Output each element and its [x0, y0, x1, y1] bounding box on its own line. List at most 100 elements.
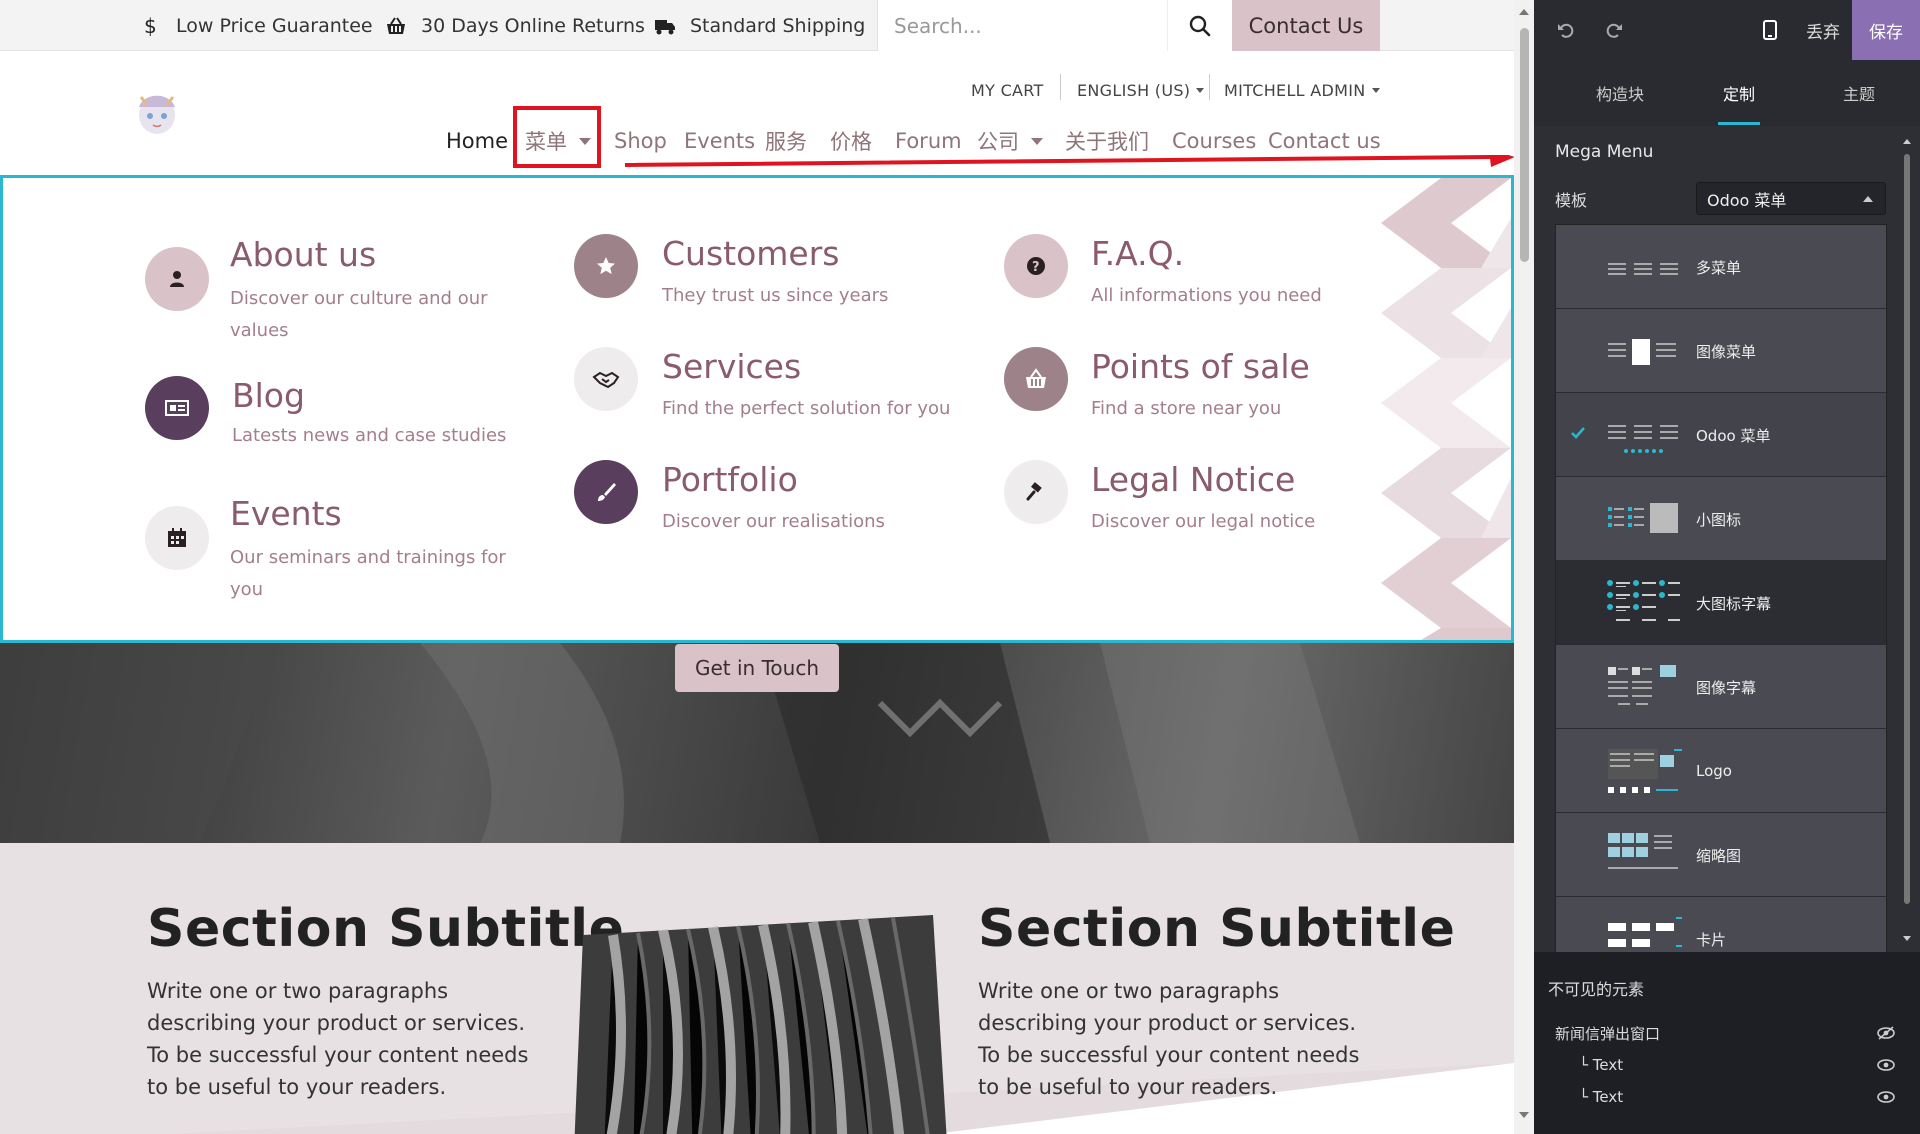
- question-icon: ?: [1004, 234, 1068, 298]
- gavel-icon: [1004, 460, 1068, 524]
- tab-theme[interactable]: 主题: [1809, 60, 1909, 126]
- search-button[interactable]: [1167, 0, 1232, 51]
- check-icon: [1571, 427, 1585, 439]
- template-label: 模板: [1555, 191, 1588, 210]
- odoo-menu-thumbnail: [1608, 425, 1678, 453]
- option-image-subtitles[interactable]: 图像字幕: [1556, 645, 1886, 729]
- option-multi-menus[interactable]: 多菜单: [1556, 225, 1886, 309]
- scroll-up-icon[interactable]: [1514, 2, 1534, 22]
- svg-text:$: $: [144, 15, 157, 37]
- website-scrollbar[interactable]: [1514, 0, 1534, 1134]
- mega-item-customers[interactable]: Customers They trust us since years: [574, 234, 974, 344]
- undo-icon: [1558, 23, 1574, 38]
- search-icon: [1189, 15, 1211, 36]
- panel-tabs: 构造块 定制 主题: [1534, 60, 1920, 126]
- customize-panel: Mega Menu 模板 Odoo 菜单 多菜单 图像菜单 Odoo 菜单 小图…: [1534, 126, 1920, 952]
- scroll-down-icon[interactable]: [1902, 934, 1912, 944]
- option-image-menu[interactable]: 图像菜单: [1556, 309, 1886, 393]
- image-subtitles-thumbnail: [1608, 665, 1676, 705]
- get-in-touch-button[interactable]: Get in Touch: [675, 644, 839, 692]
- scrollbar-thumb[interactable]: [1520, 28, 1529, 262]
- user-menu[interactable]: MITCHELL ADMIN: [1224, 75, 1380, 105]
- my-cart-link[interactable]: MY CART: [971, 75, 1044, 105]
- search-input[interactable]: Search...: [877, 0, 1167, 51]
- scroll-up-icon[interactable]: [1902, 136, 1912, 146]
- invisible-item-text[interactable]: └ Text: [1555, 1050, 1895, 1080]
- nav-shop[interactable]: Shop: [614, 124, 667, 158]
- arrow-annotation: [625, 155, 1514, 167]
- big-icons-subtitles-thumbnail: [1607, 580, 1680, 621]
- panel-scrollbar-thumb[interactable]: [1904, 154, 1910, 904]
- contact-us-button[interactable]: Contact Us: [1232, 0, 1380, 51]
- section-title: Mega Menu: [1555, 142, 1654, 162]
- scroll-down-icon[interactable]: [1514, 1105, 1534, 1125]
- image-menu-thumbnail: [1608, 339, 1676, 365]
- nav-company-dropdown[interactable]: 公司: [977, 124, 1043, 158]
- logo-thumbnail: [1608, 749, 1682, 793]
- tab-customize[interactable]: 定制: [1689, 60, 1789, 126]
- paintbrush-icon: [574, 460, 638, 524]
- option-logo[interactable]: Logo: [1556, 729, 1886, 813]
- multi-menus-thumbnail: [1608, 263, 1678, 275]
- mega-item-points-of-sale[interactable]: Points of sale Find a store near you: [1004, 347, 1404, 457]
- thumbnails-thumbnail: [1608, 833, 1678, 869]
- language-selector[interactable]: ENGLISH (US): [1077, 75, 1205, 105]
- mega-item-about-us[interactable]: About us Discover our culture and our va…: [145, 235, 545, 357]
- redo-button[interactable]: [1594, 0, 1634, 60]
- cards-thumbnail: [1608, 917, 1682, 947]
- topbar: $ Low Price Guarantee 30 Days Online Ret…: [0, 0, 1514, 51]
- eye-slash-icon[interactable]: [1877, 1026, 1895, 1040]
- option-small-icons[interactable]: 小图标: [1556, 477, 1886, 561]
- logo-icon[interactable]: [133, 87, 181, 137]
- option-odoo-menu[interactable]: Odoo 菜单: [1556, 393, 1886, 477]
- eye-icon[interactable]: [1877, 1090, 1895, 1104]
- website-preview: $ Low Price Guarantee 30 Days Online Ret…: [0, 0, 1514, 1134]
- active-tab-indicator: [1718, 122, 1760, 125]
- mobile-preview-button[interactable]: [1750, 0, 1790, 60]
- nav-about-us[interactable]: 关于我们: [1065, 124, 1149, 158]
- redo-icon: [1606, 23, 1622, 38]
- undo-button[interactable]: [1546, 0, 1586, 60]
- caret-up-icon: [1863, 196, 1873, 202]
- nav-forum[interactable]: Forum: [895, 124, 962, 158]
- content-section: Section Subtitle Write one or two paragr…: [0, 843, 1514, 1134]
- invisible-item-newsletter-popup[interactable]: 新闻信弹出窗口: [1555, 1018, 1895, 1048]
- mega-item-blog[interactable]: Blog Latests news and case studies: [145, 376, 545, 486]
- mega-menu[interactable]: About us Discover our culture and our va…: [0, 175, 1514, 643]
- nav-events[interactable]: Events: [684, 124, 755, 158]
- discard-button[interactable]: 丢弃: [1794, 0, 1852, 60]
- template-select[interactable]: Odoo 菜单: [1696, 182, 1886, 215]
- mobile-icon: [1763, 20, 1777, 40]
- invisible-item-text[interactable]: └ Text: [1555, 1082, 1895, 1112]
- option-thumbnails[interactable]: 缩略图: [1556, 813, 1886, 897]
- save-button[interactable]: 保存: [1852, 0, 1920, 60]
- panel-toolbar: 丢弃 保存: [1534, 0, 1920, 60]
- small-icons-thumbnail: [1608, 503, 1678, 533]
- tab-blocks[interactable]: 构造块: [1570, 60, 1670, 126]
- mega-item-services[interactable]: Services Find the perfect solution for y…: [574, 347, 974, 457]
- nav-services[interactable]: 服务: [765, 124, 807, 158]
- nav-home[interactable]: Home: [446, 124, 508, 158]
- section-text-left: Write one or two paragraphs describing y…: [147, 979, 529, 1099]
- panel-scrollbar[interactable]: [1902, 136, 1912, 946]
- topbar-item-returns: 30 Days Online Returns: [385, 0, 645, 51]
- highlight-box: [513, 106, 601, 168]
- nav-courses[interactable]: Courses: [1172, 124, 1256, 158]
- nav-contact-us[interactable]: Contact us: [1268, 124, 1381, 158]
- option-cards[interactable]: 卡片: [1556, 897, 1886, 952]
- mega-item-faq[interactable]: ? F.A.Q. All informations you need: [1004, 234, 1404, 344]
- mega-item-portfolio[interactable]: Portfolio Discover our realisations: [574, 460, 974, 570]
- option-big-icons-subtitles[interactable]: 大图标字幕: [1556, 561, 1886, 645]
- eye-icon[interactable]: [1877, 1058, 1895, 1072]
- section-title-left: Section Subtitle: [147, 899, 625, 959]
- basket-icon: [1004, 347, 1068, 411]
- shirts-image: [574, 915, 947, 1134]
- calendar-icon: [145, 506, 209, 570]
- nav-pricing[interactable]: 价格: [830, 124, 872, 158]
- mega-item-legal-notice[interactable]: Legal Notice Discover our legal notice: [1004, 460, 1404, 570]
- handshake-icon: [574, 347, 638, 411]
- newspaper-icon: [145, 376, 209, 440]
- star-icon: [574, 234, 638, 298]
- svg-text:?: ?: [1032, 260, 1040, 275]
- mega-item-events[interactable]: Events Our seminars and trainings for yo…: [145, 494, 545, 616]
